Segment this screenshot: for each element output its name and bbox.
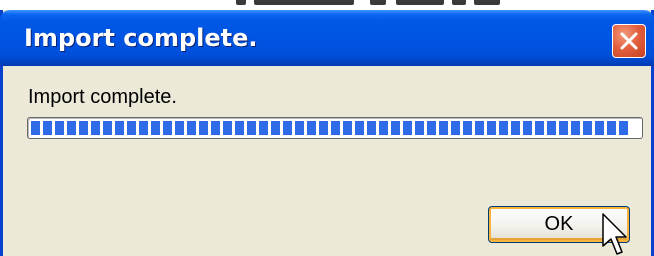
title-bar: Import complete. xyxy=(0,10,654,66)
close-icon xyxy=(620,32,638,50)
ok-button[interactable]: OK xyxy=(488,206,630,243)
background-window-strip xyxy=(0,0,654,10)
progress-bar xyxy=(27,117,643,139)
ok-button-label: OK xyxy=(544,213,574,235)
progress-fill xyxy=(31,121,628,135)
close-button[interactable] xyxy=(612,24,646,58)
status-message: Import complete. xyxy=(28,86,177,108)
dialog-title: Import complete. xyxy=(24,24,258,52)
